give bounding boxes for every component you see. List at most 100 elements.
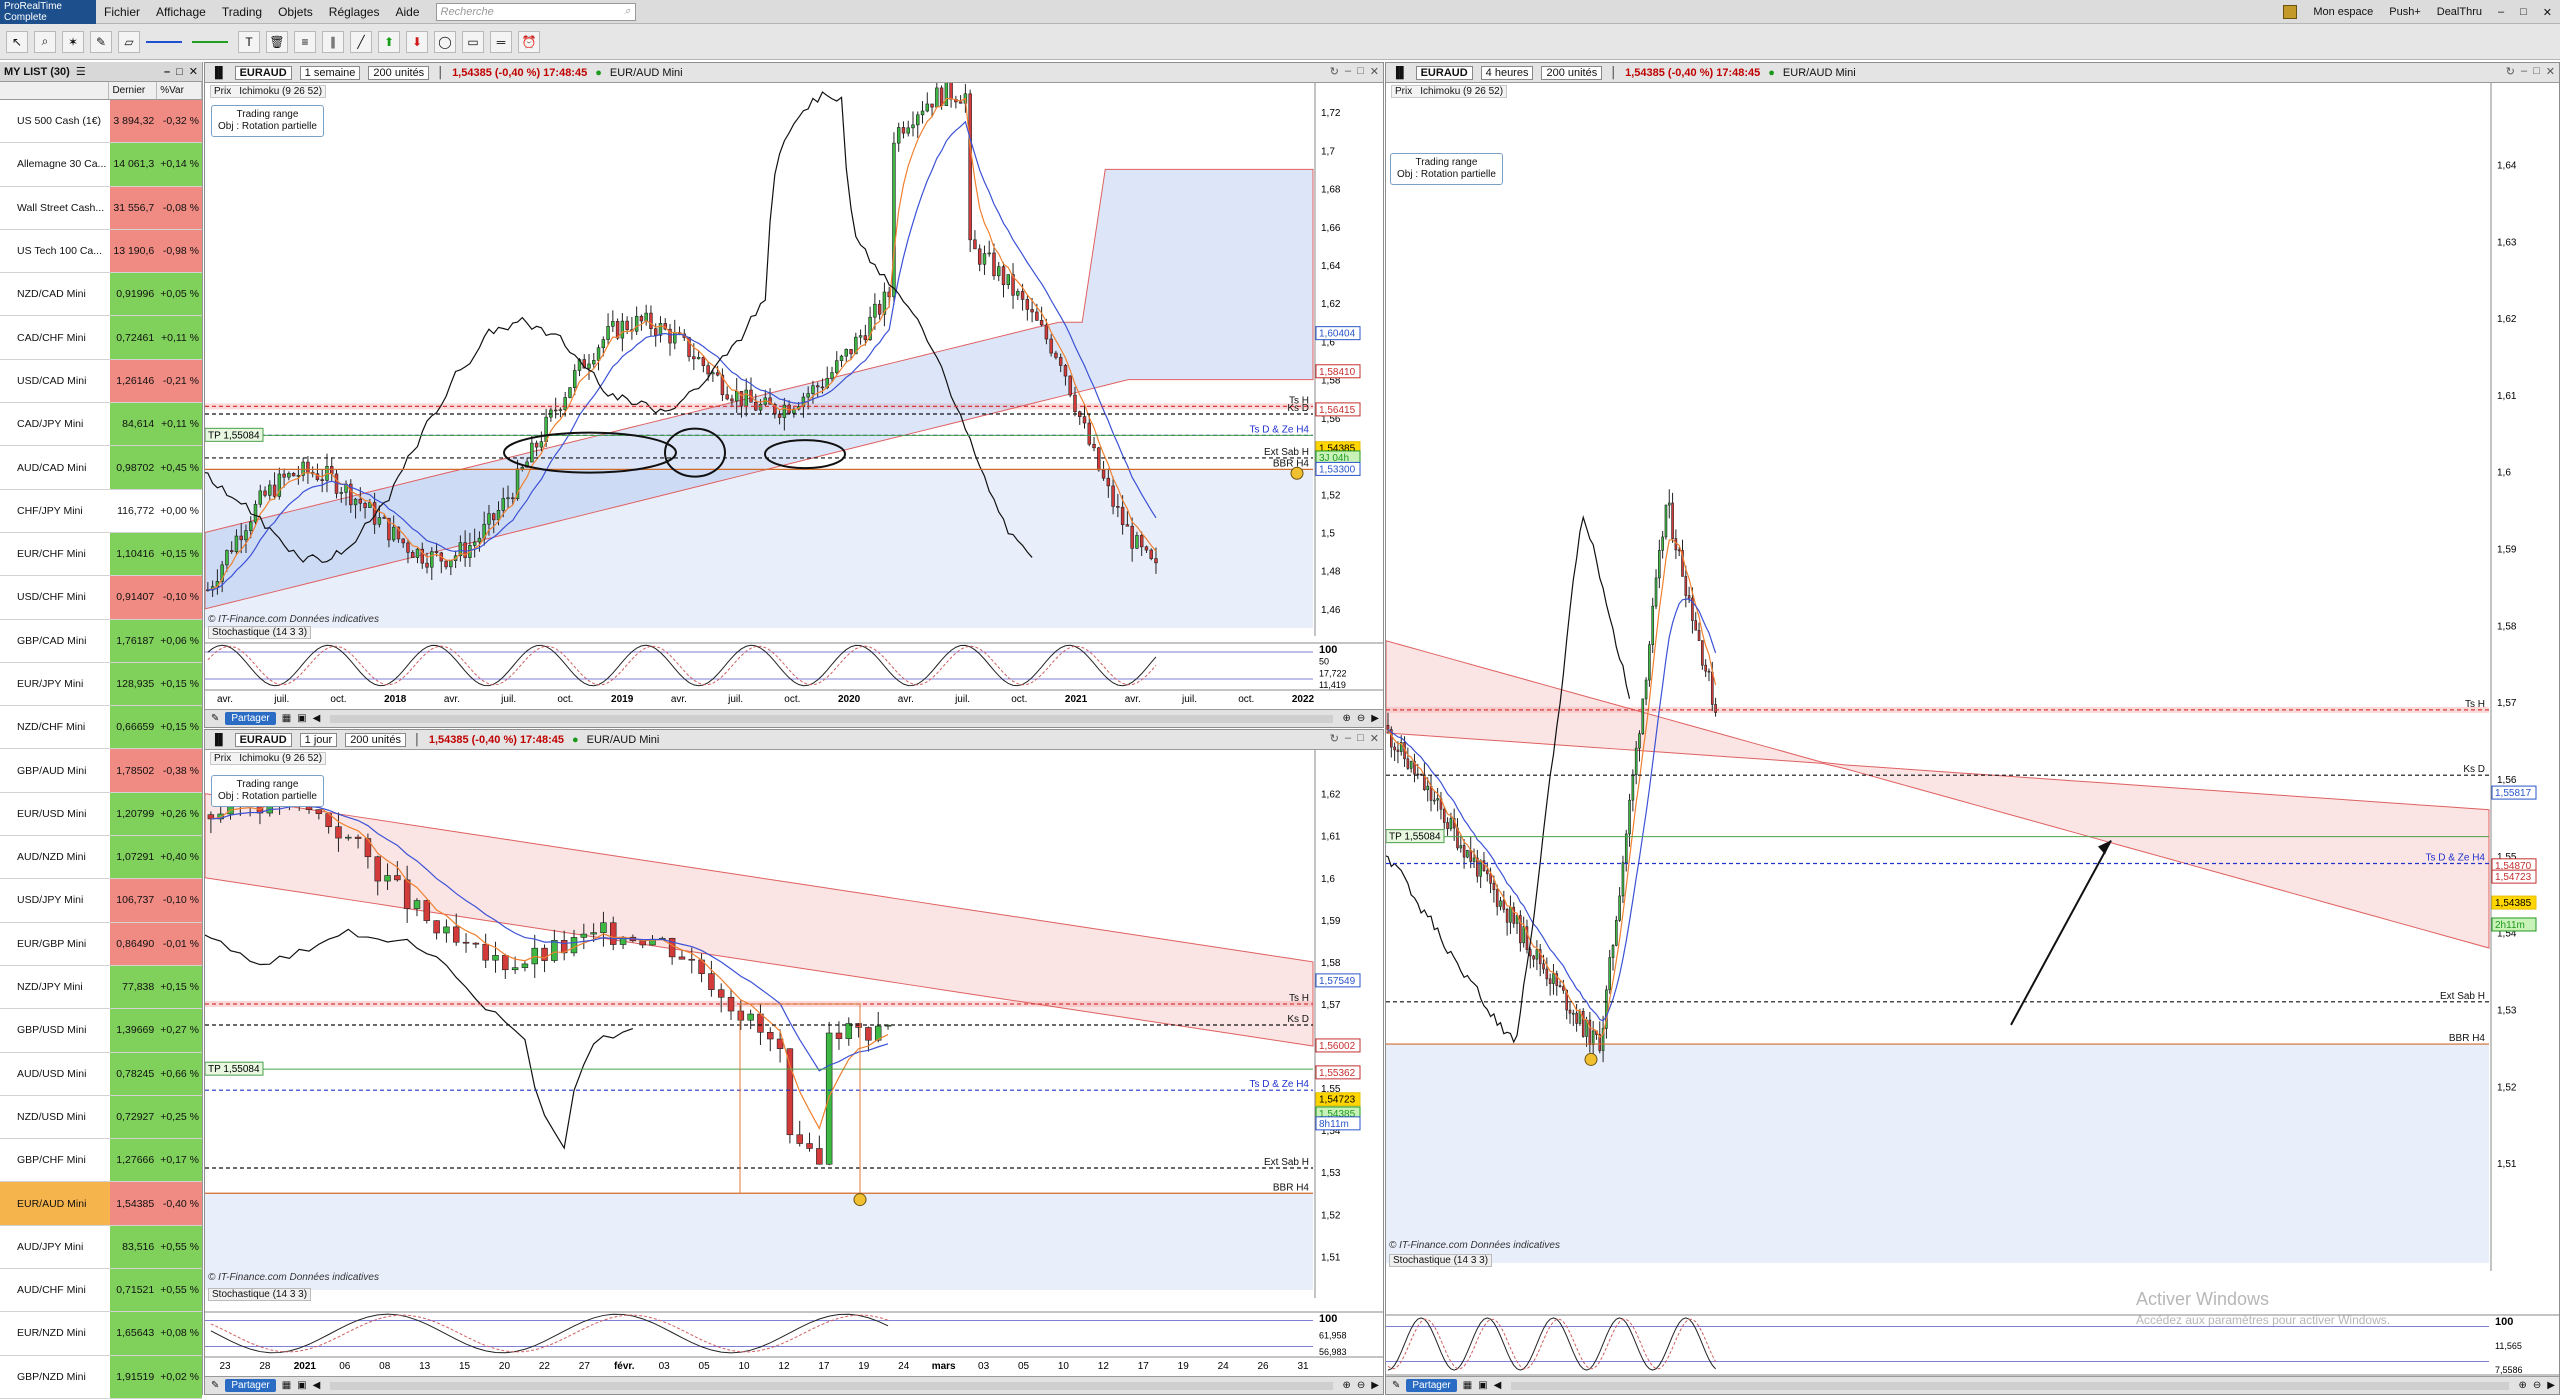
watchlist-row[interactable]: CAD/CHF Mini 0,72461 +0,11 % (0, 316, 203, 360)
share-button[interactable]: Partager (225, 712, 276, 725)
watchlist-row[interactable]: CHF/JPY Mini 116,772 +0,00 % (0, 489, 203, 533)
menu-reglages[interactable]: Réglages (321, 5, 388, 19)
scroll-left-icon[interactable]: ◀ (1494, 1380, 1502, 1391)
horizontal-scrollbar[interactable] (1511, 1381, 2509, 1390)
symbol-selector[interactable]: EURAUD (234, 65, 292, 80)
rectangle-icon[interactable]: ▭ (462, 30, 484, 53)
watchlist-row[interactable]: NZD/USD Mini 0,72927 +0,25 % (0, 1095, 203, 1140)
watchlist-row[interactable]: AUD/CHF Mini 0,71521 +0,55 % (0, 1269, 203, 1313)
menu-affichage[interactable]: Affichage (148, 5, 214, 19)
zoom-icon[interactable]: ⌕ (34, 30, 56, 53)
compare-icon[interactable]: ▣ (297, 713, 306, 724)
symbol-selector[interactable]: EURAUD (1415, 65, 1473, 80)
compare-icon[interactable]: ▣ (1478, 1380, 1487, 1391)
watchlist-row[interactable]: EUR/USD Mini 1,20799 +0,26 % (0, 792, 203, 837)
chart-canvas-weekly[interactable]: Ts HKs DTs D & Ze H4Ext Sab HBBR H4TP 1,… (205, 83, 1384, 709)
stochastic-label[interactable]: Stochastique (14 3 3) (1389, 1254, 1493, 1267)
draw-icon[interactable]: ✎ (211, 713, 219, 724)
close-icon[interactable]: ✕ (1370, 732, 1379, 745)
minimize-icon[interactable]: – (2521, 65, 2527, 78)
watchlist-row[interactable]: USD/CAD Mini 1,26146 -0,21 % (0, 359, 203, 404)
watchlist-row[interactable]: AUD/JPY Mini 83,516 +0,55 % (0, 1225, 203, 1270)
maximize-icon[interactable]: □ (1357, 65, 1364, 78)
watchlist-row[interactable]: US 500 Cash (1€) 3 894,32 -0,32 % (0, 100, 203, 144)
menu-aide[interactable]: Aide (387, 5, 427, 19)
ellipse-icon[interactable]: ◯ (434, 30, 456, 53)
close-icon[interactable]: ✕ (2546, 65, 2555, 78)
maximize-icon[interactable]: □ (176, 66, 183, 78)
minimize-icon[interactable]: – (1345, 732, 1351, 745)
watchlist-row[interactable]: EUR/AUD Mini 1,54385 -0,40 % (0, 1182, 203, 1226)
window-close-icon[interactable]: ✕ (2535, 6, 2560, 19)
menu-fichier[interactable]: Fichier (96, 5, 148, 19)
horizontal-scrollbar[interactable] (330, 714, 1333, 723)
trading-range-note[interactable]: Trading range Obj : Rotation partielle (211, 105, 324, 137)
legend-ichimoku[interactable]: Ichimoku (9 26 52) (239, 753, 322, 764)
zoom-in-icon[interactable]: ⊕ (2519, 1380, 2527, 1391)
info-icon[interactable]: │ (1610, 67, 1617, 79)
info-icon[interactable]: │ (414, 734, 421, 746)
arrow-up-icon[interactable]: ⬆ (378, 30, 400, 53)
refresh-icon[interactable]: ↻ (1330, 732, 1339, 745)
legend-price[interactable]: Prix (214, 753, 231, 764)
watchlist-row[interactable]: EUR/GBP Mini 0,86490 -0,01 % (0, 922, 203, 966)
watchlist-row[interactable]: NZD/CAD Mini 0,91996 +0,05 % (0, 273, 203, 317)
watchlist-row[interactable]: Wall Street Cash... 31 556,7 -0,08 % (0, 186, 203, 230)
arrow-down-icon[interactable]: ⬇ (406, 30, 428, 53)
menu-trading[interactable]: Trading (214, 5, 270, 19)
legend-price[interactable]: Prix (1395, 86, 1412, 97)
minimize-icon[interactable]: – (1345, 65, 1351, 78)
units-selector[interactable]: 200 unités (1541, 65, 1603, 80)
trash-icon[interactable]: 🗑 (266, 30, 288, 53)
share-button[interactable]: Partager (225, 1379, 276, 1392)
column-name[interactable] (0, 82, 110, 99)
watchlist-row[interactable]: USD/CHF Mini 0,91407 -0,10 % (0, 576, 203, 620)
scroll-left-icon[interactable]: ◀ (313, 713, 321, 724)
compare-icon[interactable]: ▣ (297, 1380, 306, 1391)
chart-panel-daily[interactable]: ▐▌ EURAUD 1 jour 200 unités │ 1,54385 (-… (204, 729, 1384, 1395)
legend-price[interactable]: Prix (214, 86, 231, 97)
watchlist-row[interactable]: EUR/CHF Mini 1,10416 +0,15 % (0, 532, 203, 577)
push-button[interactable]: Push+ (2381, 6, 2429, 18)
timeframe-selector[interactable]: 1 jour (299, 732, 338, 747)
window-restore-icon[interactable]: □ (2512, 6, 2535, 18)
text-icon[interactable]: T (238, 30, 260, 53)
watchlist-row[interactable]: US Tech 100 Ca... 13 190,6 -0,98 % (0, 229, 203, 274)
minimize-icon[interactable]: – (164, 66, 170, 78)
watchlist-row[interactable]: NZD/CHF Mini 0,66659 +0,15 % (0, 706, 203, 750)
watchlist-row[interactable]: EUR/JPY Mini 128,935 +0,15 % (0, 662, 203, 707)
watchlist-row[interactable]: GBP/CAD Mini 1,76187 +0,06 % (0, 619, 203, 663)
line-style-blue-icon[interactable] (146, 31, 186, 53)
search-icon[interactable]: ⌕ (624, 5, 630, 18)
fibonacci-icon[interactable]: ≡ (294, 30, 316, 53)
timeframe-selector[interactable]: 4 heures (1480, 65, 1534, 80)
watchlist-row[interactable]: AUD/USD Mini 0,78245 +0,66 % (0, 1052, 203, 1096)
units-selector[interactable]: 200 unités (368, 65, 430, 80)
chart-type-icon[interactable]: ▐▌ (211, 67, 227, 79)
zoom-out-icon[interactable]: ⊖ (1357, 713, 1365, 724)
refresh-icon[interactable]: ↻ (2506, 65, 2515, 78)
stochastic-label[interactable]: Stochastique (14 3 3) (208, 626, 312, 639)
mon-espace-button[interactable]: Mon espace (2305, 6, 2381, 18)
symbol-selector[interactable]: EURAUD (234, 732, 292, 747)
trendline-icon[interactable]: ╱ (350, 30, 372, 53)
maximize-icon[interactable]: □ (1357, 732, 1364, 745)
watchlist-row[interactable]: GBP/AUD Mini 1,78502 -0,38 % (0, 749, 203, 793)
close-icon[interactable]: ✕ (189, 65, 198, 78)
watchlist-row[interactable]: GBP/USD Mini 1,39669 +0,27 % (0, 1009, 203, 1053)
units-selector[interactable]: 200 unités (345, 732, 406, 747)
window-minimize-icon[interactable]: – (2490, 6, 2512, 18)
zoom-out-icon[interactable]: ⊖ (2533, 1380, 2541, 1391)
cursor-icon[interactable]: ↖ (6, 30, 28, 53)
eraser-icon[interactable]: ▱ (118, 30, 140, 53)
scroll-right-icon[interactable]: ▶ (1371, 1380, 1379, 1391)
watchlist-row[interactable]: Allemagne 30 Ca... 14 061,3 +0,14 % (0, 143, 203, 187)
chart-panel-weekly[interactable]: ▐▌ EURAUD 1 semaine 200 unités │ 1,54385… (204, 62, 1384, 728)
stochastic-label[interactable]: Stochastique (14 3 3) (208, 1288, 312, 1301)
legend-ichimoku[interactable]: Ichimoku (9 26 52) (239, 86, 322, 97)
draw-icon[interactable]: ✎ (211, 1380, 219, 1391)
scroll-right-icon[interactable]: ▶ (2547, 1380, 2555, 1391)
watchlist-title[interactable]: MY LIST (30) (4, 66, 70, 78)
horizontal-scrollbar[interactable] (330, 1381, 1333, 1390)
maximize-icon[interactable]: □ (2533, 65, 2540, 78)
